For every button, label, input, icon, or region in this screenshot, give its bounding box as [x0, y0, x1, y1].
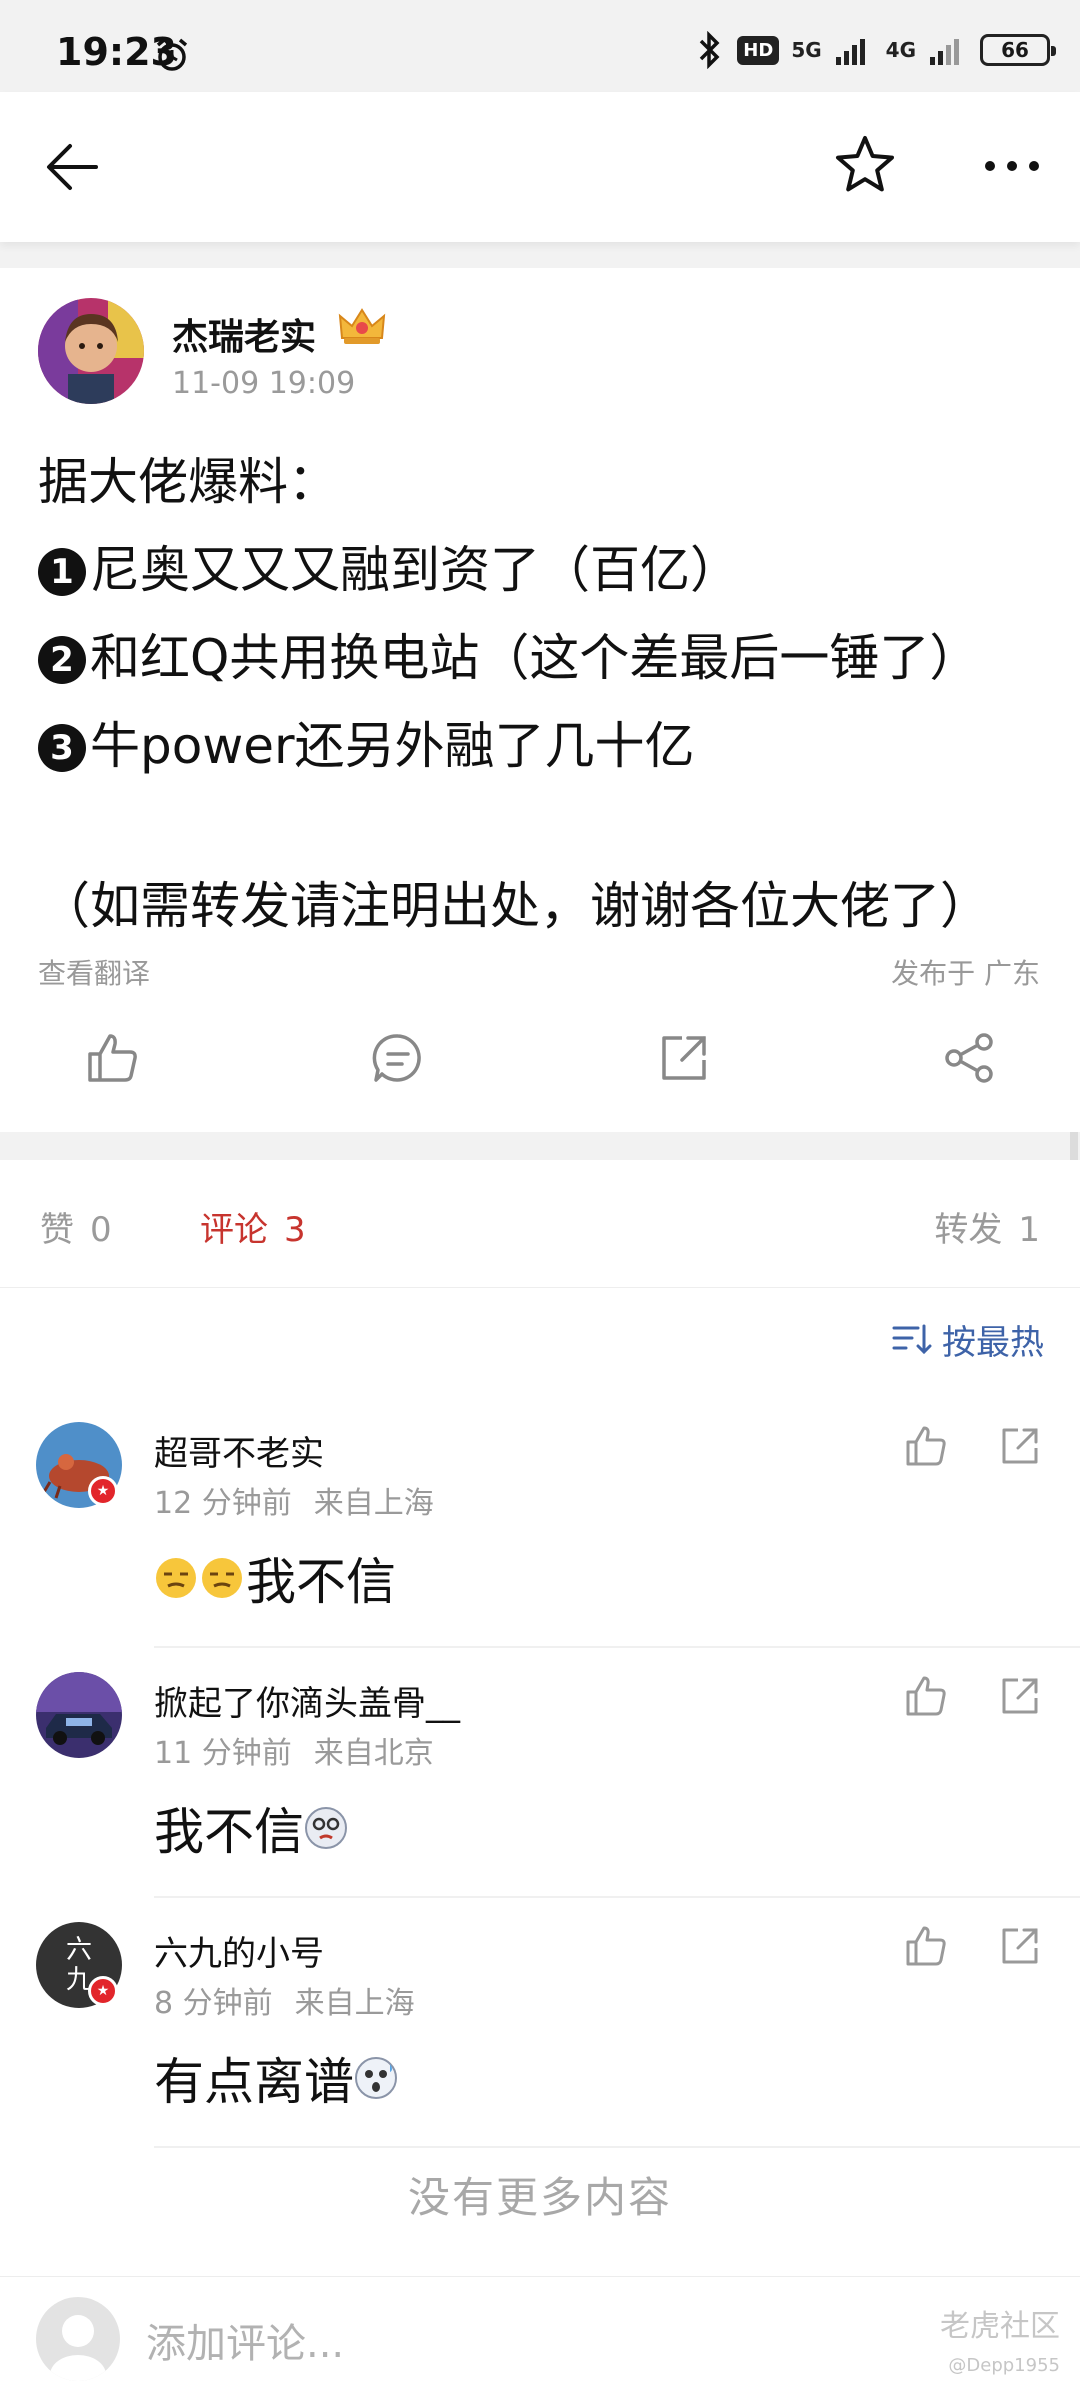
top-nav-bar [0, 92, 1080, 242]
repost-icon[interactable] [996, 1422, 1044, 1470]
commenter-name[interactable]: 超哥不老实 [154, 1426, 324, 1475]
comment-meta: 12 分钟前 来自上海 [154, 1478, 434, 1522]
comment-body: 有点离谱 [154, 2053, 354, 2111]
post-timestamp: 11-09 19:09 [172, 366, 356, 401]
alarm-clock-icon [156, 38, 188, 71]
battery-icon: 66 [980, 34, 1056, 66]
verified-badge-icon [88, 1976, 118, 2006]
sort-icon [892, 1324, 932, 1355]
likes-count: 0 [90, 1210, 112, 1250]
interaction-stats-bar: 赞0 评论 3 转发 1 [0, 1160, 1080, 1288]
comments-label: 评论 [200, 1210, 268, 1250]
tab-comments[interactable]: 评论 3 [200, 1202, 306, 1251]
comment-text: 我不信 [154, 1792, 350, 1864]
tab-likes[interactable]: 赞0 [40, 1202, 112, 1251]
post-text: 尼奥又又又融到资了（百亿） [90, 541, 740, 599]
favorite-star-icon[interactable] [830, 130, 900, 200]
net-4g-label: 4G [885, 38, 916, 62]
post-text: 牛power还另外融了几十亿 [90, 717, 695, 775]
commenter-avatar[interactable] [36, 1672, 122, 1758]
my-avatar[interactable] [36, 2297, 120, 2381]
translate-link[interactable]: 查看翻译 [38, 952, 150, 992]
signal-5g-icon [835, 39, 865, 65]
number-badge: 3 [38, 724, 86, 772]
comment-location: 来自北京 [313, 1736, 434, 1771]
like-icon[interactable] [902, 1672, 950, 1720]
like-icon[interactable] [902, 1422, 950, 1470]
commenter-name[interactable]: 掀起了你滴头盖骨__ [154, 1676, 460, 1725]
comment-input-bar: 添加评论... 老虎社区 @Depp1955 [0, 2276, 1080, 2400]
comment-item: 超哥不老实 12 分钟前来自上海 我不信 [0, 1422, 1080, 1672]
more-options-icon[interactable] [972, 130, 1052, 200]
crown-badge-icon [338, 308, 386, 344]
author-avatar[interactable] [38, 298, 144, 404]
hd-badge: HD [737, 35, 780, 65]
smirk-emoji-icon [202, 1558, 242, 1598]
no-more-content-label: 没有更多内容 [407, 2173, 672, 2222]
comment-body: 我不信 [154, 1803, 304, 1861]
repost-icon[interactable] [996, 1922, 1044, 1970]
comment-item: 掀起了你滴头盖骨__ 11 分钟前 来自北京 我不信 [0, 1672, 1080, 1922]
comment-location: 来自上海 [313, 1486, 434, 1521]
author-name[interactable]: 杰瑞老实 [172, 308, 316, 360]
share-icon[interactable] [940, 1028, 1000, 1088]
tab-reposts[interactable]: 转发 1 [934, 1202, 1040, 1251]
comment-text: 有点离谱 [154, 2042, 400, 2114]
repost-icon[interactable] [654, 1028, 714, 1088]
like-icon[interactable] [902, 1922, 950, 1970]
comment-time: 11 分钟前 [154, 1736, 292, 1771]
verified-badge-icon [88, 1476, 118, 1506]
bluetooth-icon [700, 31, 720, 69]
post-text-line: 3 牛power还另外融了几十亿 [38, 706, 695, 778]
post-text-line: 2 和红Q共用换电站（这个差最后一锤了） [38, 618, 979, 690]
reposts-label: 转发 [934, 1210, 1003, 1250]
status-bar: 19:23 HD 5G 4G 66 [0, 0, 1080, 92]
comment-location: 来自上海 [294, 1986, 415, 2021]
comments-count: 3 [284, 1210, 306, 1250]
number-badge: 2 [38, 636, 86, 684]
number-badge: 1 [38, 548, 86, 596]
comment-body: 我不信 [246, 1553, 396, 1611]
post-text-line: 1 尼奥又又又融到资了（百亿） [38, 530, 740, 602]
comments-section: 按最热 超哥不老实 12 分钟前来自上海 我不信 [0, 1288, 1080, 2276]
back-arrow-icon[interactable] [40, 132, 110, 202]
post-card: 杰瑞老实 11-09 19:09 据大佬爆料： 1 尼奥又又又融到资了（百亿） 2… [0, 268, 1080, 1132]
comment-time: 8 分钟前 [154, 1986, 273, 2021]
net-5g-label: 5G [791, 38, 822, 62]
likes-label: 赞 [40, 1210, 74, 1250]
watermark-logo: 老虎社区 [940, 2309, 1060, 2344]
dizzy-emoji-icon [305, 1807, 347, 1849]
comment-time: 12 分钟前 [154, 1486, 292, 1521]
comment-meta: 11 分钟前 来自北京 [154, 1728, 434, 1772]
divider [154, 1646, 1080, 1648]
comment-meta: 8 分钟前 来自上海 [154, 1978, 415, 2022]
like-icon[interactable] [82, 1028, 142, 1088]
sort-hot-button[interactable]: 按最热 [892, 1314, 1044, 1364]
status-icons: HD 5G 4G 66 [695, 30, 1056, 70]
sort-label: 按最热 [942, 1322, 1044, 1363]
comment-text: 我不信 [154, 1542, 396, 1614]
repost-icon[interactable] [996, 1672, 1044, 1720]
post-text: 和红Q共用换电站（这个差最后一锤了） [90, 629, 980, 687]
signal-4g-icon [930, 39, 959, 65]
shocked-emoji-icon [355, 2057, 397, 2099]
watermark-user: @Depp1955 [948, 2355, 1060, 2376]
divider [154, 2146, 1080, 2148]
post-text-line: 据大佬爆料： [38, 453, 338, 511]
commenter-name[interactable]: 六九的小号 [154, 1926, 324, 1975]
divider [154, 1896, 1080, 1898]
comment-item: 六九 六九的小号 8 分钟前来自上海 有点离谱 [0, 1922, 1080, 2172]
add-comment-input[interactable]: 添加评论... [146, 2311, 344, 2369]
comment-icon[interactable] [368, 1028, 428, 1088]
publish-location: 发布于 广东 [891, 957, 1040, 990]
smirk-emoji-icon [156, 1558, 196, 1598]
reposts-count: 1 [1018, 1210, 1040, 1250]
post-text-line: （如需转发请注明出处，谢谢各位大佬了） [40, 877, 990, 935]
